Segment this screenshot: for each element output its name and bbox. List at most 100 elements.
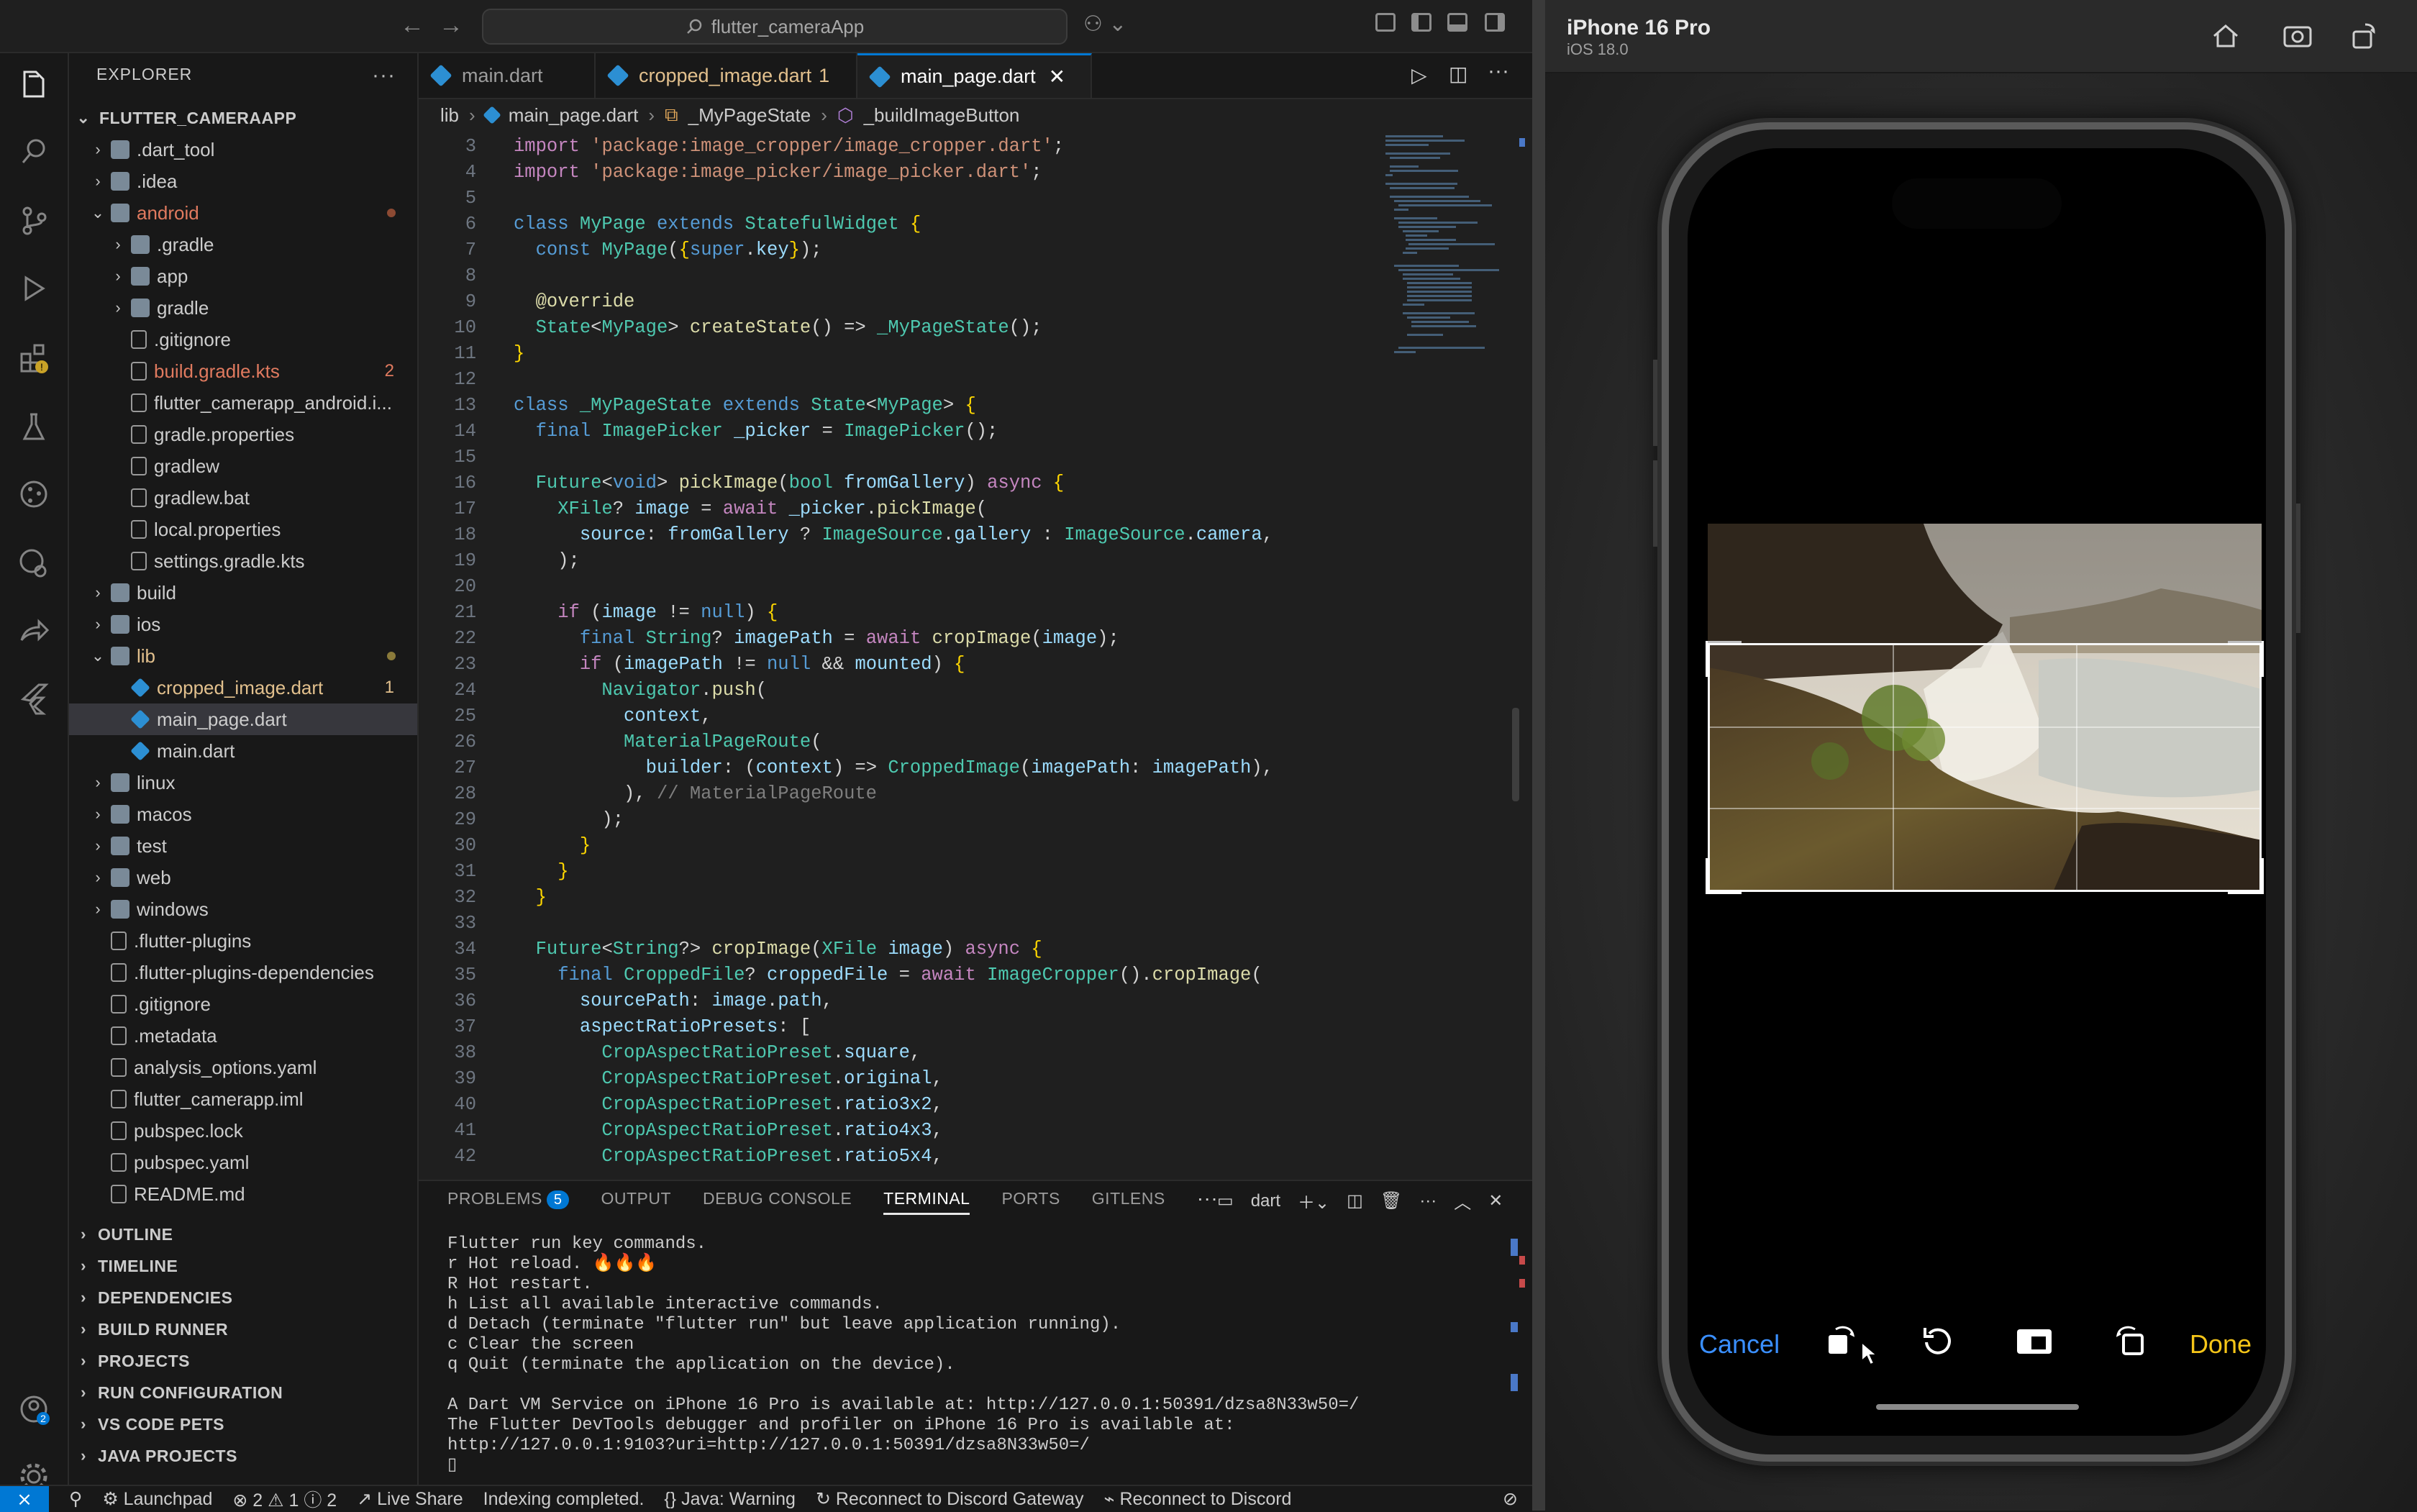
- tree-item[interactable]: settings.gradle.kts: [69, 545, 417, 577]
- sidebar-section[interactable]: › VS CODE PETS: [69, 1408, 417, 1440]
- home-indicator[interactable]: [1876, 1404, 2079, 1410]
- terminal-output[interactable]: Flutter run key commands. r Hot reload. 🔥…: [447, 1234, 1359, 1476]
- toggle-panel-icon[interactable]: [1447, 13, 1467, 32]
- tree-item[interactable]: › app: [69, 260, 417, 292]
- sidebar-section[interactable]: › OUTLINE: [69, 1219, 417, 1250]
- testing-icon[interactable]: [17, 410, 50, 443]
- tree-item[interactable]: flutter_camerapp_android.i...: [69, 387, 417, 419]
- tree-item[interactable]: gradlew.bat: [69, 482, 417, 514]
- tree-item[interactable]: ⌄ lib: [69, 640, 417, 672]
- source-control-icon[interactable]: [17, 204, 50, 237]
- breadcrumb-item[interactable]: lib: [440, 104, 459, 127]
- launchpad-item[interactable]: ⚙ Launchpad: [102, 1488, 212, 1510]
- live-share-icon[interactable]: [17, 614, 50, 647]
- tree-item[interactable]: gradlew: [69, 450, 417, 482]
- sidebar-section[interactable]: › DEPENDENCIES: [69, 1282, 417, 1313]
- tab-ports[interactable]: PORTS: [1001, 1189, 1060, 1208]
- cancel-button[interactable]: Cancel: [1699, 1329, 1780, 1360]
- explorer-icon[interactable]: [17, 68, 50, 101]
- tree-item[interactable]: › test: [69, 830, 417, 862]
- aspect-ratio-icon[interactable]: [2013, 1319, 2056, 1362]
- customize-layout-icon[interactable]: [1375, 13, 1396, 32]
- split-editor-icon[interactable]: ◫: [1449, 62, 1467, 86]
- extensions-icon[interactable]: !: [17, 341, 50, 374]
- sidebar-section[interactable]: › RUN CONFIGURATION: [69, 1377, 417, 1408]
- tab-cropped-image-dart[interactable]: cropped_image.dart 1: [596, 53, 857, 98]
- screenshot-icon[interactable]: [2280, 19, 2315, 53]
- live-share-item[interactable]: ↗ Live Share: [357, 1488, 463, 1510]
- tree-item[interactable]: gradle.properties: [69, 419, 417, 450]
- maximize-panel-icon[interactable]: ︿: [1454, 1188, 1471, 1213]
- run-debug-icon[interactable]: [17, 272, 50, 305]
- account-icon[interactable]: 2: [17, 1393, 50, 1426]
- crop-corner-handle[interactable]: [1706, 858, 1742, 894]
- breadcrumb-item[interactable]: main_page.dart: [509, 104, 639, 127]
- tab-debug-console[interactable]: DEBUG CONSOLE: [703, 1189, 852, 1208]
- discord-item[interactable]: ⌁ Reconnect to Discord: [1103, 1488, 1291, 1510]
- done-button[interactable]: Done: [2190, 1329, 2252, 1360]
- split-terminal-icon[interactable]: ◫: [1347, 1190, 1363, 1211]
- problems-item[interactable]: ⊗ 2 ⚠ 1 ⓘ 2: [232, 1486, 337, 1512]
- new-terminal-icon[interactable]: ＋⌄: [1298, 1188, 1329, 1213]
- more-actions-icon[interactable]: ···: [1197, 1187, 1218, 1210]
- tab-terminal[interactable]: TERMINAL: [883, 1183, 970, 1215]
- run-icon[interactable]: ▷: [1411, 63, 1427, 87]
- tree-item[interactable]: analysis_options.yaml: [69, 1052, 417, 1083]
- terminal-name[interactable]: dart: [1251, 1191, 1280, 1211]
- home-icon[interactable]: [2208, 19, 2243, 53]
- remote-explorer-icon[interactable]: [17, 547, 50, 580]
- more-actions-icon[interactable]: ···: [1419, 1191, 1437, 1211]
- tree-item[interactable]: .flutter-plugins: [69, 925, 417, 957]
- tree-item[interactable]: local.properties: [69, 514, 417, 545]
- forward-arrow-icon[interactable]: →: [439, 12, 463, 40]
- breadcrumb-item[interactable]: _buildImageButton: [864, 104, 1020, 127]
- crop-corner-handle[interactable]: [1706, 641, 1742, 677]
- close-icon[interactable]: ✕: [1488, 1190, 1503, 1211]
- tree-item[interactable]: README.md: [69, 1178, 417, 1210]
- tree-item[interactable]: main.dart: [69, 735, 417, 767]
- trash-icon[interactable]: 🗑: [1380, 1190, 1402, 1211]
- tab-output[interactable]: OUTPUT: [601, 1189, 671, 1208]
- tree-item[interactable]: build.gradle.kts 2: [69, 355, 417, 387]
- project-root[interactable]: ⌄ FLUTTER_CAMERAAPP: [69, 102, 417, 134]
- tree-item[interactable]: › macos: [69, 798, 417, 830]
- tree-item[interactable]: .gitignore: [69, 324, 417, 355]
- tab-gitlens[interactable]: GITLENS: [1092, 1189, 1165, 1208]
- tree-item[interactable]: .gitignore: [69, 988, 417, 1020]
- gitlens-icon[interactable]: [17, 478, 50, 511]
- remote-indicator-icon[interactable]: ⨯: [0, 1486, 49, 1512]
- copilot-icon[interactable]: ⚇ ⌄: [1083, 12, 1126, 37]
- toggle-secondary-sidebar-icon[interactable]: [1485, 13, 1505, 32]
- rotate-right-square-icon[interactable]: [2109, 1319, 2152, 1362]
- sidebar-section[interactable]: › BUILD RUNNER: [69, 1313, 417, 1345]
- tab-main-dart[interactable]: main.dart: [419, 53, 596, 98]
- tree-item[interactable]: › ios: [69, 609, 417, 640]
- tree-item[interactable]: pubspec.lock: [69, 1115, 417, 1147]
- more-actions-icon[interactable]: ···: [1488, 59, 1509, 83]
- flutter-icon[interactable]: [17, 682, 50, 715]
- crop-corner-handle[interactable]: [2228, 858, 2264, 894]
- window-divider[interactable]: [1532, 0, 1545, 1511]
- tree-item[interactable]: ⌄ android: [69, 197, 417, 229]
- tree-item[interactable]: flutter_camerapp.iml: [69, 1083, 417, 1115]
- tree-item[interactable]: › web: [69, 862, 417, 893]
- tab-problems[interactable]: PROBLEMS 5: [447, 1189, 570, 1209]
- crop-area[interactable]: [1706, 641, 2264, 894]
- tree-item[interactable]: .metadata: [69, 1020, 417, 1052]
- more-actions-icon[interactable]: ···: [372, 63, 396, 88]
- tree-item[interactable]: › .gradle: [69, 229, 417, 260]
- toggle-primary-sidebar-icon[interactable]: [1411, 13, 1431, 32]
- sidebar-section[interactable]: › TIMELINE: [69, 1250, 417, 1282]
- flutter-device-icon[interactable]: ⚲: [69, 1488, 82, 1510]
- tree-item[interactable]: cropped_image.dart 1: [69, 672, 417, 703]
- notifications-icon[interactable]: ⊘: [1503, 1488, 1518, 1510]
- java-status[interactable]: {} Java: Warning: [664, 1489, 796, 1510]
- sidebar-section[interactable]: › JAVA PROJECTS: [69, 1440, 417, 1472]
- rotate-left-square-icon[interactable]: [1819, 1319, 1862, 1362]
- discord-gateway-item[interactable]: ↻ Reconnect to Discord Gateway: [816, 1488, 1084, 1510]
- crop-corner-handle[interactable]: [2228, 641, 2264, 677]
- reset-rotation-icon[interactable]: [1916, 1319, 1959, 1362]
- tree-item[interactable]: pubspec.yaml: [69, 1147, 417, 1178]
- tree-item[interactable]: .flutter-plugins-dependencies: [69, 957, 417, 988]
- breadcrumb-item[interactable]: _MyPageState: [688, 104, 811, 127]
